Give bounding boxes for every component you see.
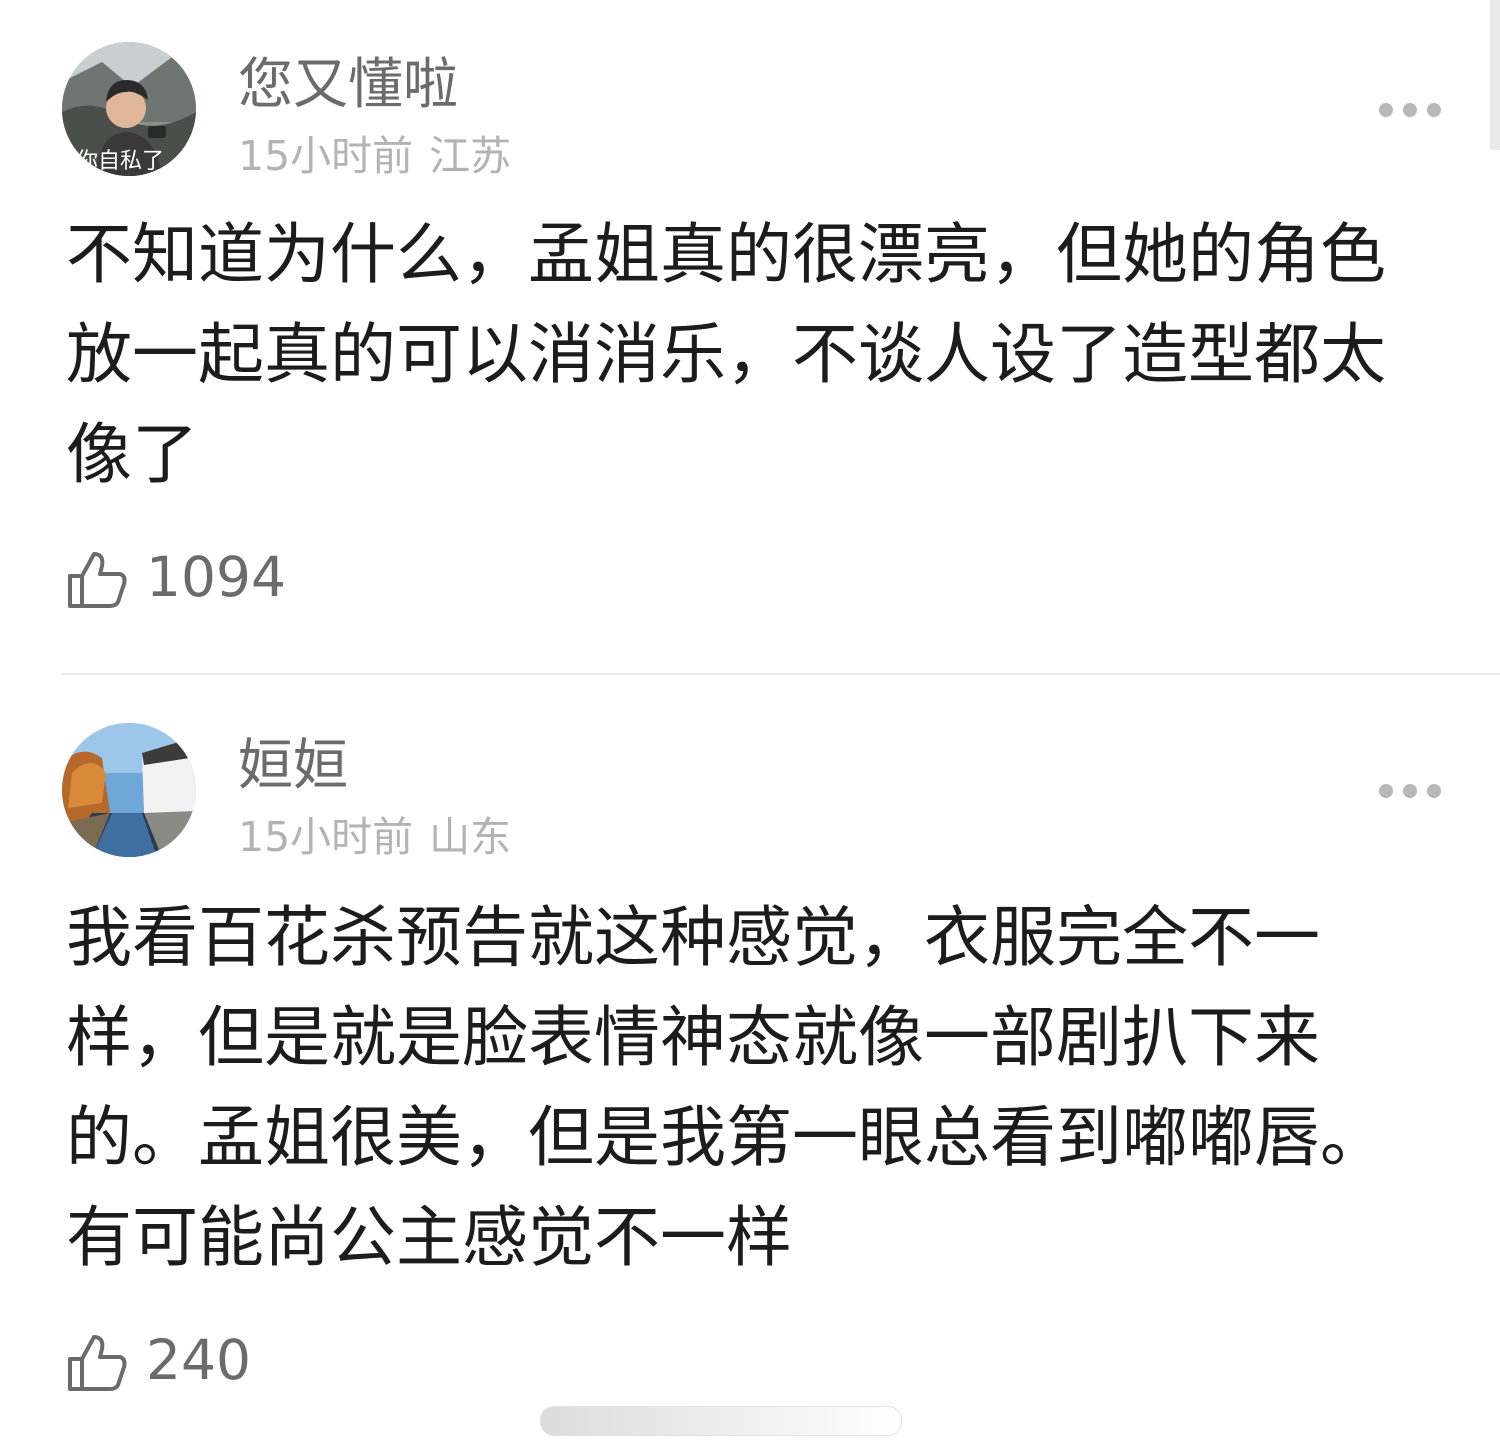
avatar[interactable] (62, 723, 196, 857)
comment-location: 山东 (429, 813, 512, 861)
more-button[interactable] (1376, 98, 1444, 122)
more-dots-icon (1379, 784, 1441, 798)
like-count: 240 (146, 1328, 251, 1392)
avatar-photo: 你自私了 (62, 42, 196, 176)
more-button[interactable] (1376, 779, 1444, 803)
like-count: 1094 (146, 545, 286, 609)
thumbs-up-icon (68, 1335, 127, 1391)
avatar-caption: 你自私了 (76, 149, 164, 174)
username[interactable]: 姮姮 (238, 733, 348, 797)
username[interactable]: 您又懂啦 (238, 52, 458, 116)
scrollbar[interactable] (1490, 0, 1500, 150)
comment-text: 不知道为什么，孟姐真的很漂亮，但她的角色放一起真的可以消消乐，不谈人设了造型都太… (66, 216, 1386, 493)
home-indicator[interactable] (540, 1406, 902, 1436)
avatar-photo (62, 723, 196, 857)
divider (62, 673, 1500, 675)
comment-meta: 15小时前 江苏 (238, 132, 511, 180)
comment-text: 我看百花杀预告就这种感觉，衣服完全不一样，但是就是脸表情神态就像一部剧扒下来的。… (66, 899, 1386, 1276)
comment-meta: 15小时前 山东 (238, 813, 511, 861)
more-dots-icon (1379, 103, 1441, 117)
avatar[interactable]: 你自私了 (62, 42, 196, 176)
comment-time: 15小时前 (238, 132, 414, 180)
comment-location: 江苏 (429, 132, 512, 180)
comment-time: 15小时前 (238, 813, 414, 861)
thumbs-up-icon (68, 552, 127, 608)
